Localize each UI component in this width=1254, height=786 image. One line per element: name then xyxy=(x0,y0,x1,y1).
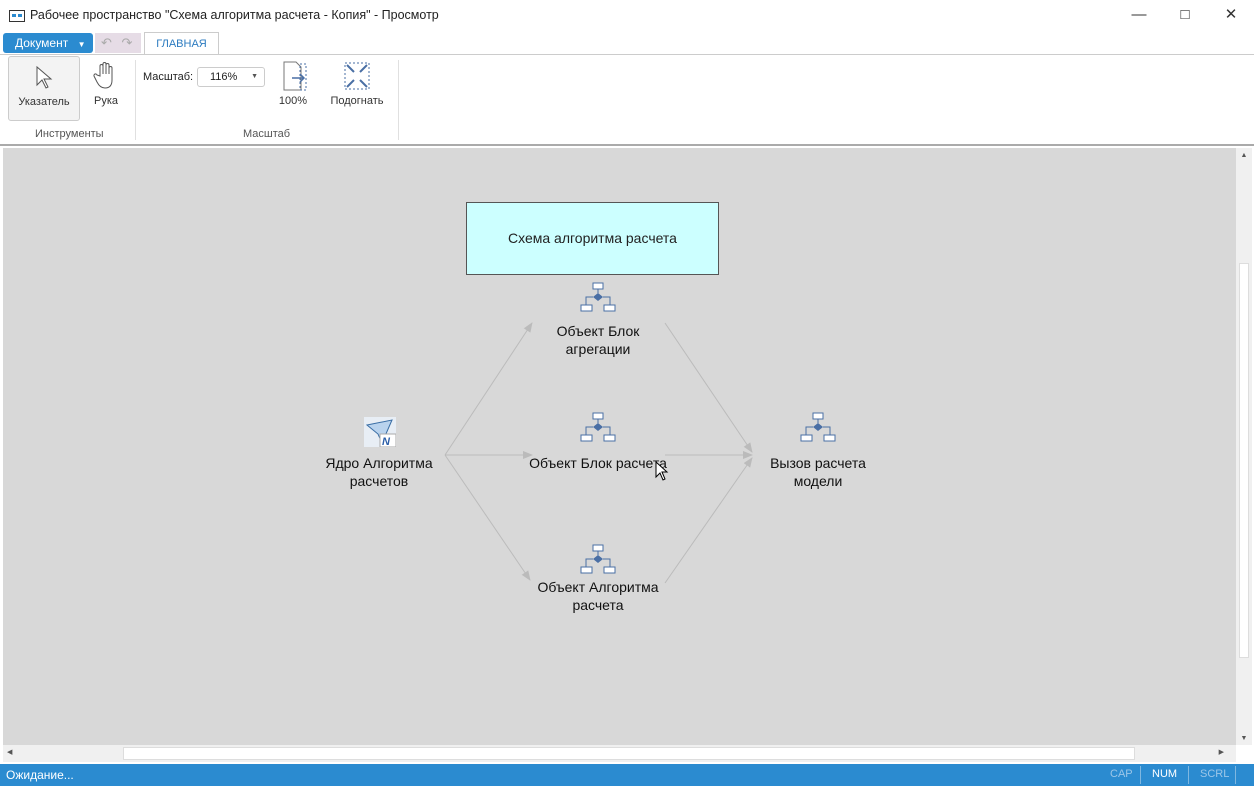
scroll-up-icon[interactable]: ▲ xyxy=(1236,152,1252,159)
tools-group-label: Инструменты xyxy=(35,128,104,140)
divider xyxy=(1235,766,1236,784)
node-label[interactable]: Вызов расчета модели xyxy=(748,454,888,490)
scroll-right-icon[interactable]: ▶ xyxy=(1219,748,1224,756)
zoom-100-button[interactable]: 100% xyxy=(272,60,314,107)
chevron-down-icon: ▼ xyxy=(251,73,258,80)
scrollbar-thumb[interactable] xyxy=(1239,263,1249,658)
mouse-cursor-icon xyxy=(655,460,669,481)
node-label[interactable]: Объект Блок расчета xyxy=(528,454,668,472)
block-scheme-icon xyxy=(580,412,616,442)
node-label[interactable]: Ядро Алгоритма расчетов xyxy=(309,454,449,490)
tab-main[interactable]: ГЛАВНАЯ xyxy=(144,32,219,55)
vertical-scrollbar[interactable]: ▲ ▼ xyxy=(1236,148,1252,745)
svg-text:N: N xyxy=(382,436,391,447)
block-scheme-icon xyxy=(800,412,836,442)
scale-group-label: Масштаб xyxy=(243,128,291,140)
cap-indicator: CAP xyxy=(1110,768,1133,780)
scrl-indicator: SCRL xyxy=(1200,768,1230,780)
scale-value: 116% xyxy=(210,71,238,83)
redo-icon[interactable]: ↷ xyxy=(122,35,133,50)
zoom-100-label: 100% xyxy=(278,95,308,107)
undo-icon[interactable]: ↶ xyxy=(101,35,112,50)
block-scheme-icon xyxy=(580,282,616,312)
divider xyxy=(1140,766,1141,784)
horizontal-scrollbar[interactable]: ◀ ▶ xyxy=(3,745,1236,762)
divider xyxy=(398,60,399,140)
chevron-down-icon: ▼ xyxy=(77,40,86,49)
maximize-button[interactable]: □ xyxy=(1162,0,1208,32)
pointer-tool-button[interactable]: Указатель xyxy=(8,56,80,121)
hand-tool-button[interactable]: Рука xyxy=(84,60,128,107)
scroll-left-icon[interactable]: ◀ xyxy=(7,748,12,756)
divider xyxy=(135,60,136,140)
app-icon xyxy=(9,10,25,22)
node-label[interactable]: Объект Алгоритма расчета xyxy=(528,578,668,614)
fit-button[interactable]: Подогнать xyxy=(326,60,388,107)
document-label: Документ xyxy=(15,36,69,50)
scrollbar-thumb[interactable] xyxy=(123,747,1135,760)
title-bar: Рабочее пространство "Схема алгоритма ра… xyxy=(0,0,1254,32)
hand-icon xyxy=(93,62,113,89)
fit-label: Подогнать xyxy=(330,95,384,107)
ribbon xyxy=(0,54,1254,146)
status-bar: Ожидание... CAP NUM SCRL xyxy=(0,764,1254,786)
edge xyxy=(664,457,753,584)
window-title: Рабочее пространство "Схема алгоритма ра… xyxy=(30,8,439,22)
edge xyxy=(664,322,753,453)
cursor-arrow-icon xyxy=(36,65,53,89)
diagram-canvas[interactable]: Схема алгоритма расчета N Ядро Алгоритма… xyxy=(3,148,1236,745)
undo-redo: ↶ ↷ xyxy=(95,33,141,53)
block-scheme-icon xyxy=(580,544,616,574)
diagram-title: Схема алгоритма расчета xyxy=(508,230,677,246)
calc-core-icon: N xyxy=(364,417,397,450)
minimize-button[interactable]: — xyxy=(1116,0,1162,32)
scale-select[interactable]: 116% ▼ xyxy=(197,67,265,87)
num-indicator: NUM xyxy=(1152,768,1178,780)
hand-label: Рука xyxy=(93,95,118,107)
edge xyxy=(444,322,533,456)
scroll-down-icon[interactable]: ▼ xyxy=(1236,735,1252,742)
status-text: Ожидание... xyxy=(6,768,74,782)
edge xyxy=(444,454,531,581)
fit-icon xyxy=(344,62,370,90)
close-button[interactable]: ✕ xyxy=(1208,0,1254,32)
divider xyxy=(1188,766,1189,784)
document-menu-button[interactable]: Документ ▼ xyxy=(3,33,93,53)
diagram-title-box[interactable]: Схема алгоритма расчета xyxy=(466,202,719,275)
node-label[interactable]: Объект Блок агрегации xyxy=(528,322,668,358)
pointer-label: Указатель xyxy=(18,96,70,108)
page-zoom-icon xyxy=(283,61,307,91)
scale-label: Масштаб: xyxy=(143,71,194,83)
